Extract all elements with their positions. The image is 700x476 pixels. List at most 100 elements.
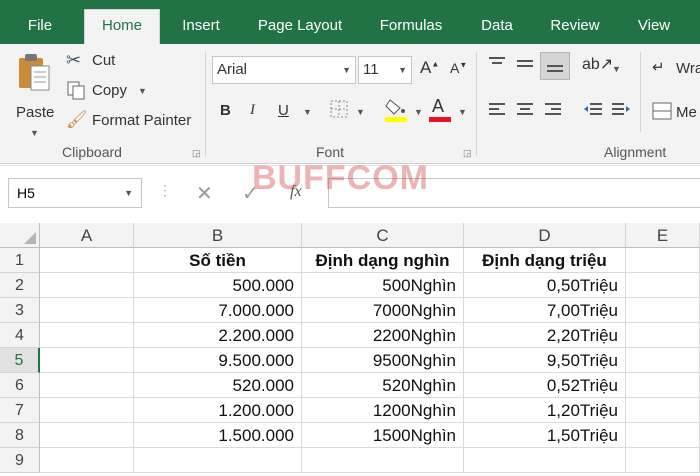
cell-a5[interactable] [40,348,134,373]
column-header-c[interactable]: C [302,223,464,248]
cell-a3[interactable] [40,298,134,323]
increase-indent-icon[interactable] [610,102,632,122]
align-right-icon[interactable] [542,102,564,122]
column-header-e[interactable]: E [626,223,700,248]
cell-e5[interactable] [626,348,700,373]
cell-a2[interactable] [40,273,134,298]
middle-align-icon[interactable] [514,56,536,76]
tab-insert[interactable]: Insert [168,10,234,44]
align-center-icon[interactable] [514,102,536,122]
cell-d9[interactable] [464,448,626,473]
bottom-align-icon[interactable] [540,52,570,80]
merge-center-button[interactable]: Me [652,100,700,126]
chevron-down-icon[interactable]: ▼ [356,107,365,117]
fill-color-icon[interactable] [384,96,408,124]
row-header-4[interactable]: 4 [0,323,40,348]
chevron-down-icon[interactable]: ▼ [414,107,423,117]
orientation-icon[interactable]: ab↗ [582,54,613,74]
select-all-corner[interactable] [0,223,40,248]
cell-c7[interactable]: 1200Nghìn [302,398,464,423]
tab-view[interactable]: View [626,10,682,44]
cell-c4[interactable]: 2200Nghìn [302,323,464,348]
tab-data[interactable]: Data [468,10,526,44]
cell-a7[interactable] [40,398,134,423]
cell-d6[interactable]: 0,52Triệu [464,373,626,398]
row-header-3[interactable]: 3 [0,298,40,323]
cancel-formula-icon[interactable]: ✕ [196,181,213,206]
copy-button[interactable]: Copy ▼ [66,80,156,104]
increase-font-size-icon[interactable]: A▲ [420,58,439,78]
chevron-down-icon[interactable]: ▼ [458,107,467,117]
row-header-8[interactable]: 8 [0,423,40,448]
cell-c9[interactable] [302,448,464,473]
chevron-down-icon[interactable]: ▼ [612,64,621,74]
chevron-down-icon[interactable]: ▼ [303,107,312,117]
cell-e1[interactable] [626,248,700,273]
cell-b5[interactable]: 9.500.000 [134,348,302,373]
row-header-6[interactable]: 6 [0,373,40,398]
row-header-9[interactable]: 9 [0,448,40,473]
clipboard-dialog-launcher-icon[interactable]: ◲ [192,148,201,159]
cell-b9[interactable] [134,448,302,473]
cell-e8[interactable] [626,423,700,448]
cell-d5[interactable]: 9,50Triệu [464,348,626,373]
align-left-icon[interactable] [486,102,508,122]
tab-page-layout[interactable]: Page Layout [248,10,352,44]
cell-d1[interactable]: Định dạng triệu [464,248,626,273]
column-header-a[interactable]: A [40,223,134,248]
cell-b6[interactable]: 520.000 [134,373,302,398]
cell-b4[interactable]: 2.200.000 [134,323,302,348]
top-align-icon[interactable] [486,56,508,76]
cell-b3[interactable]: 7.000.000 [134,298,302,323]
column-header-b[interactable]: B [134,223,302,248]
tab-home[interactable]: Home [84,9,160,44]
cell-c3[interactable]: 7000Nghìn [302,298,464,323]
cell-b2[interactable]: 500.000 [134,273,302,298]
cell-d4[interactable]: 2,20Triệu [464,323,626,348]
tab-review[interactable]: Review [538,10,612,44]
wrap-text-button[interactable]: ↵ Wra [652,56,700,82]
cut-button[interactable]: ✂ Cut [66,50,146,74]
decrease-font-size-icon[interactable]: A▼ [450,60,467,76]
font-name-select[interactable]: Arial ▼ [212,56,356,84]
cell-d7[interactable]: 1,20Triệu [464,398,626,423]
format-painter-button[interactable]: 🖌 Format Painter [66,110,196,134]
row-header-2[interactable]: 2 [0,273,40,298]
tab-formulas[interactable]: Formulas [368,10,454,44]
cell-a6[interactable] [40,373,134,398]
cell-e7[interactable] [626,398,700,423]
italic-button[interactable]: I [250,102,255,119]
row-header-7[interactable]: 7 [0,398,40,423]
font-size-select[interactable]: 11 ▼ [358,56,412,84]
cell-b8[interactable]: 1.500.000 [134,423,302,448]
cell-e3[interactable] [626,298,700,323]
tab-file[interactable]: File [8,10,72,44]
borders-icon[interactable] [328,99,350,121]
name-box[interactable]: H5 ▼ [8,178,142,208]
cell-c2[interactable]: 500Nghìn [302,273,464,298]
cell-c1[interactable]: Định dạng nghìn [302,248,464,273]
bold-button[interactable]: B [220,102,231,119]
column-header-d[interactable]: D [464,223,626,248]
cell-a1[interactable] [40,248,134,273]
cell-e9[interactable] [626,448,700,473]
decrease-indent-icon[interactable] [582,102,604,122]
cell-b1[interactable]: Số tiền [134,248,302,273]
font-color-icon[interactable]: A [428,96,452,124]
cell-e4[interactable] [626,323,700,348]
row-header-1[interactable]: 1 [0,248,40,273]
cell-b7[interactable]: 1.200.000 [134,398,302,423]
cell-a9[interactable] [40,448,134,473]
cell-d8[interactable]: 1,50Triệu [464,423,626,448]
cell-d3[interactable]: 7,00Triệu [464,298,626,323]
cell-c6[interactable]: 520Nghìn [302,373,464,398]
cell-e2[interactable] [626,273,700,298]
cell-d2[interactable]: 0,50Triệu [464,273,626,298]
cell-e6[interactable] [626,373,700,398]
row-header-5[interactable]: 5 [0,348,40,373]
cell-c5[interactable]: 9500Nghìn [302,348,464,373]
paste-button[interactable]: Paste ▼ [10,52,54,138]
cell-a4[interactable] [40,323,134,348]
chevron-down-icon[interactable]: ▼ [124,179,133,207]
cell-a8[interactable] [40,423,134,448]
